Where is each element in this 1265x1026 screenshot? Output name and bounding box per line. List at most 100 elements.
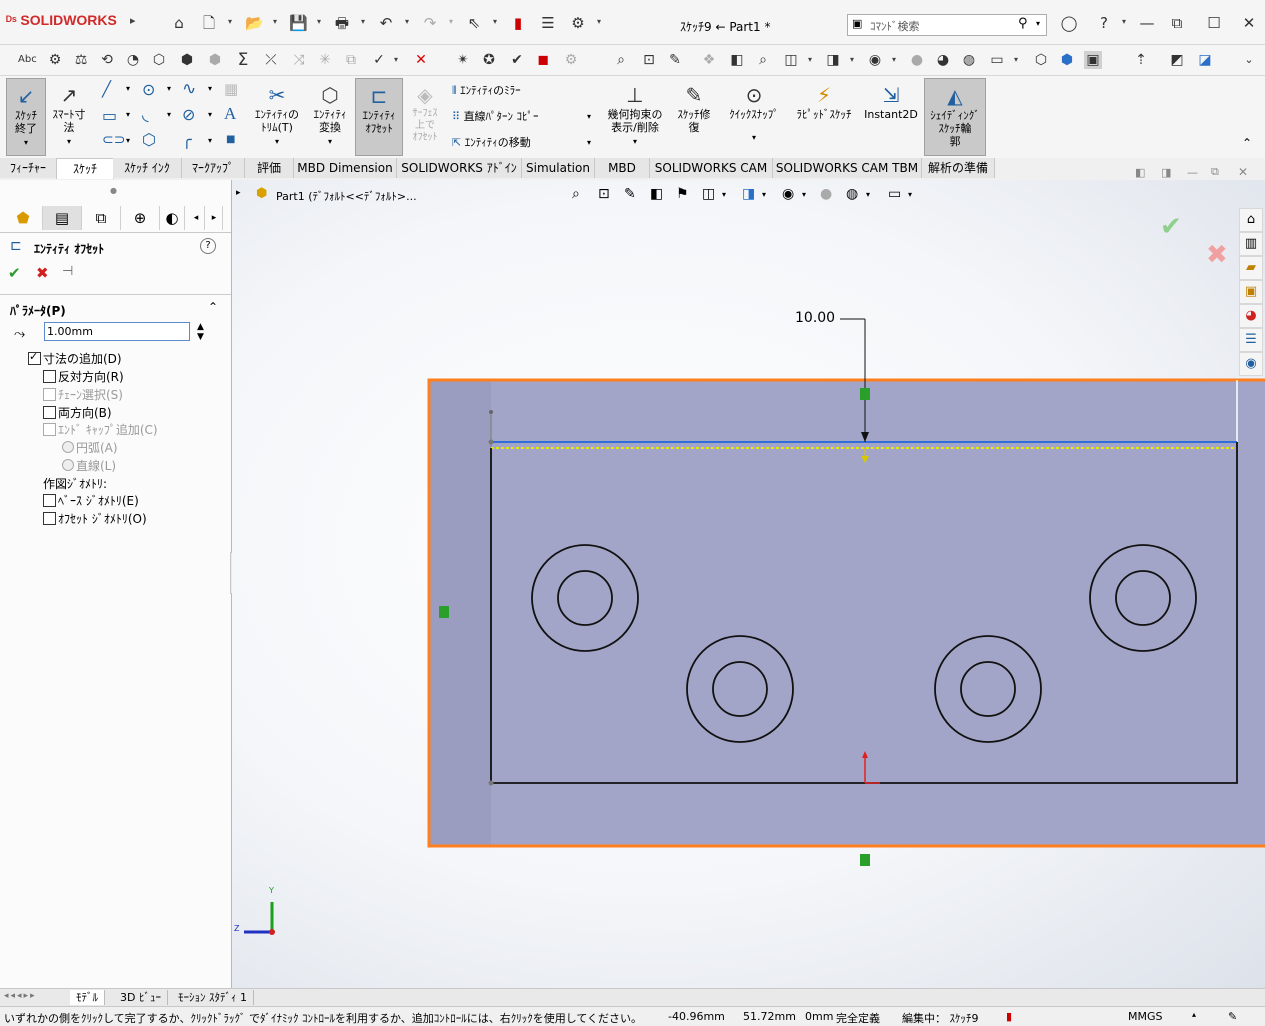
offset-entities-button[interactable]: ⊏ ｴﾝﾃｨﾃｨ ｵﾌｾｯﾄ xyxy=(355,78,403,156)
tab-sketch-ink[interactable]: ｽｹｯﾁ ｲﾝｸ xyxy=(113,158,182,178)
appearance-icon[interactable]: ● xyxy=(908,51,926,69)
save-dropdown-icon[interactable]: ▾ xyxy=(317,17,321,26)
convert-dropdown-icon[interactable]: ▾ xyxy=(328,137,332,146)
resources-home-icon[interactable]: ⌂ xyxy=(1239,208,1263,232)
tab-3d-views[interactable]: 3D ﾋﾞｭｰ xyxy=(114,990,168,1005)
smart-components-icon[interactable]: ⚙ xyxy=(46,51,64,69)
configuration-manager-icon[interactable]: ⧉ xyxy=(82,206,121,230)
toolbar-expand-icon[interactable]: ⌄ xyxy=(1240,51,1258,69)
sketch-endpoint[interactable] xyxy=(488,439,494,445)
cancel-icon[interactable]: ✖ xyxy=(36,264,49,282)
view-cube-blue-icon[interactable]: ◪ xyxy=(1196,51,1214,69)
appearances-icon[interactable]: ◕ xyxy=(1239,304,1263,328)
tab-analysis-prep[interactable]: 解析の準備 xyxy=(922,158,995,178)
check-dropdown-icon[interactable]: ▾ xyxy=(394,55,398,64)
check-mark-icon[interactable]: ✓ xyxy=(370,51,388,69)
grid-icon[interactable]: ▦ xyxy=(224,80,238,98)
property-manager-icon[interactable]: ▤ xyxy=(43,206,82,230)
hide-show-dropdown-icon[interactable]: ▾ xyxy=(892,55,896,64)
linear-pattern-dropdown-icon[interactable]: ▾ xyxy=(587,112,591,121)
quick-snaps-dropdown-icon[interactable]: ▾ xyxy=(722,131,786,144)
tab-scroll-icon[interactable]: ◂◂◂▸▸ xyxy=(4,991,37,1001)
polygon-dropdown-icon[interactable]: ▾ xyxy=(208,110,212,119)
rebuild-icon[interactable]: ▮ xyxy=(509,14,527,32)
tab-evaluate[interactable]: 評価 xyxy=(245,158,294,178)
repair-sketch-button[interactable]: ✎ ｽｹｯﾁ修 復 xyxy=(670,78,718,154)
display-relations-button[interactable]: ⊥ 幾何拘束の 表示/削除 ▾ xyxy=(604,78,666,154)
orientation-icon[interactable]: ◫ xyxy=(782,51,800,69)
status-comment-icon[interactable]: ✎ xyxy=(1228,1010,1237,1023)
window-maximize-icon[interactable]: ☐ xyxy=(1205,14,1223,32)
tab-sketch[interactable]: ｽｹｯﾁ xyxy=(56,158,114,179)
unit-dropdown-icon[interactable]: ▴ xyxy=(1192,1010,1196,1019)
zoom-to-fit-icon[interactable]: ⌕ xyxy=(612,51,630,69)
unit-system[interactable]: MMGS xyxy=(1128,1010,1163,1023)
help-icon[interactable]: ? xyxy=(1095,14,1113,32)
trim-dropdown-icon[interactable]: ▾ xyxy=(275,137,279,146)
base-geometry-checkbox[interactable] xyxy=(43,494,56,507)
reverse-checkbox[interactable] xyxy=(43,370,56,383)
scene-icon[interactable]: ◕ xyxy=(934,51,952,69)
instant2d-button[interactable]: ⇲ Instant2D xyxy=(860,78,922,154)
tab-motion-study[interactable]: ﾓｰｼｮﾝ ｽﾀﾃﾞｨ 1 xyxy=(172,990,254,1005)
shaded-icon[interactable]: ▣ xyxy=(1084,51,1102,69)
exit-sketch-button[interactable]: ↙ ｽｹｯﾁ 終了 ▾ xyxy=(6,78,46,156)
fillet-icon[interactable]: ╭ xyxy=(182,130,192,149)
tab-addins[interactable]: SOLIDWORKS ｱﾄﾞｲﾝ xyxy=(397,158,522,178)
solidworks-logo[interactable]: ᴰˢ SOLIDWORKS xyxy=(6,12,117,28)
drag-handle-top[interactable] xyxy=(860,388,870,400)
search-icon[interactable]: ⚲ xyxy=(1018,16,1028,31)
sketch-corner-point[interactable] xyxy=(488,780,494,786)
mirror-entities-button[interactable]: ⫴ ｴﾝﾃｨﾃｨのﾐﾗｰ xyxy=(452,82,521,98)
view-next-icon[interactable]: ◨ xyxy=(1161,166,1171,179)
offset-distance-input[interactable] xyxy=(44,322,190,341)
relation-icon[interactable]: ✴ xyxy=(454,51,472,69)
window-close-icon[interactable]: ✕ xyxy=(1240,14,1258,32)
ok-icon[interactable]: ✔ xyxy=(8,264,21,282)
tab-cam[interactable]: SOLIDWORKS CAM xyxy=(650,158,773,178)
tab-mbd-dimension[interactable]: MBD Dimension xyxy=(294,158,397,178)
linked-icon[interactable]: ⤨ xyxy=(290,51,308,69)
point-icon[interactable]: ■ xyxy=(226,134,235,145)
circle-icon[interactable]: ⊙ xyxy=(142,80,155,99)
display-manager-icon[interactable]: ◐ xyxy=(160,206,185,230)
tab-features[interactable]: ﾌｨｰﾁｬｰ xyxy=(0,158,57,178)
rectangle-icon[interactable]: ▭ xyxy=(102,106,117,125)
mass-properties-icon[interactable]: ⚖ xyxy=(72,51,90,69)
doc-minimize-icon[interactable]: — xyxy=(1187,166,1198,179)
zoom-area-icon[interactable]: ⊡ xyxy=(640,51,658,69)
print-icon[interactable]: 🖶 xyxy=(333,14,351,32)
new-dropdown-icon[interactable]: ▾ xyxy=(228,17,232,26)
sketch-point[interactable] xyxy=(489,410,493,414)
exit-sketch-dropdown-icon[interactable]: ▾ xyxy=(24,138,28,147)
undo-icon[interactable]: ↶ xyxy=(377,14,395,32)
view-icon[interactable]: ❖ xyxy=(700,51,718,69)
tab-cam-tbm[interactable]: SOLIDWORKS CAM TBM xyxy=(773,158,922,178)
add-dimensions-checkbox[interactable] xyxy=(28,350,41,365)
settings-icon[interactable]: ⚙ xyxy=(562,51,580,69)
move-dropdown-icon[interactable]: ▾ xyxy=(587,138,591,147)
menu-expand-icon[interactable]: ▸ xyxy=(130,14,136,27)
parameters-header[interactable]: ﾊﾟﾗﾒｰﾀ(P) xyxy=(10,302,66,319)
open-icon[interactable]: 📂 xyxy=(245,14,264,32)
performance-icon[interactable]: ◔ xyxy=(124,51,142,69)
rectangle-dropdown-icon[interactable]: ▾ xyxy=(126,110,130,119)
collapse-ribbon-icon[interactable]: ⌃ xyxy=(1242,136,1252,150)
print-dropdown-icon[interactable]: ▾ xyxy=(361,17,365,26)
fillet-dropdown-icon[interactable]: ▾ xyxy=(208,136,212,145)
tab-markup[interactable]: ﾏｰｸｱｯﾌﾟ xyxy=(182,158,245,178)
normal-to-icon[interactable]: ⇡ xyxy=(1132,51,1150,69)
trim-entities-button[interactable]: ✂ ｴﾝﾃｨﾃｨの ﾄﾘﾑ(T) ▾ xyxy=(250,78,304,154)
measure-icon[interactable]: ✎ xyxy=(666,51,684,69)
sketch-canvas[interactable] xyxy=(232,180,1265,988)
slot-dropdown-icon[interactable]: ▾ xyxy=(126,136,130,145)
view-palette-icon[interactable]: ▣ xyxy=(1239,280,1263,304)
offset-on-surface-button[interactable]: ◈ ｻｰﾌｪｽ 上で ｵﾌｾｯﾄ xyxy=(404,78,446,154)
file-properties-icon[interactable]: ☰ xyxy=(539,14,557,32)
tab-scroll-left-icon[interactable]: ◂ xyxy=(188,206,205,230)
move-entities-button[interactable]: ⇱ ｴﾝﾃｨﾃｨの移動 xyxy=(452,134,531,150)
help-circle-icon[interactable]: ? xyxy=(200,238,216,254)
monitor-icon[interactable]: ▭ xyxy=(988,51,1006,69)
stop-icon[interactable]: ◼ xyxy=(534,51,552,69)
drag-handle-left[interactable] xyxy=(439,606,449,618)
